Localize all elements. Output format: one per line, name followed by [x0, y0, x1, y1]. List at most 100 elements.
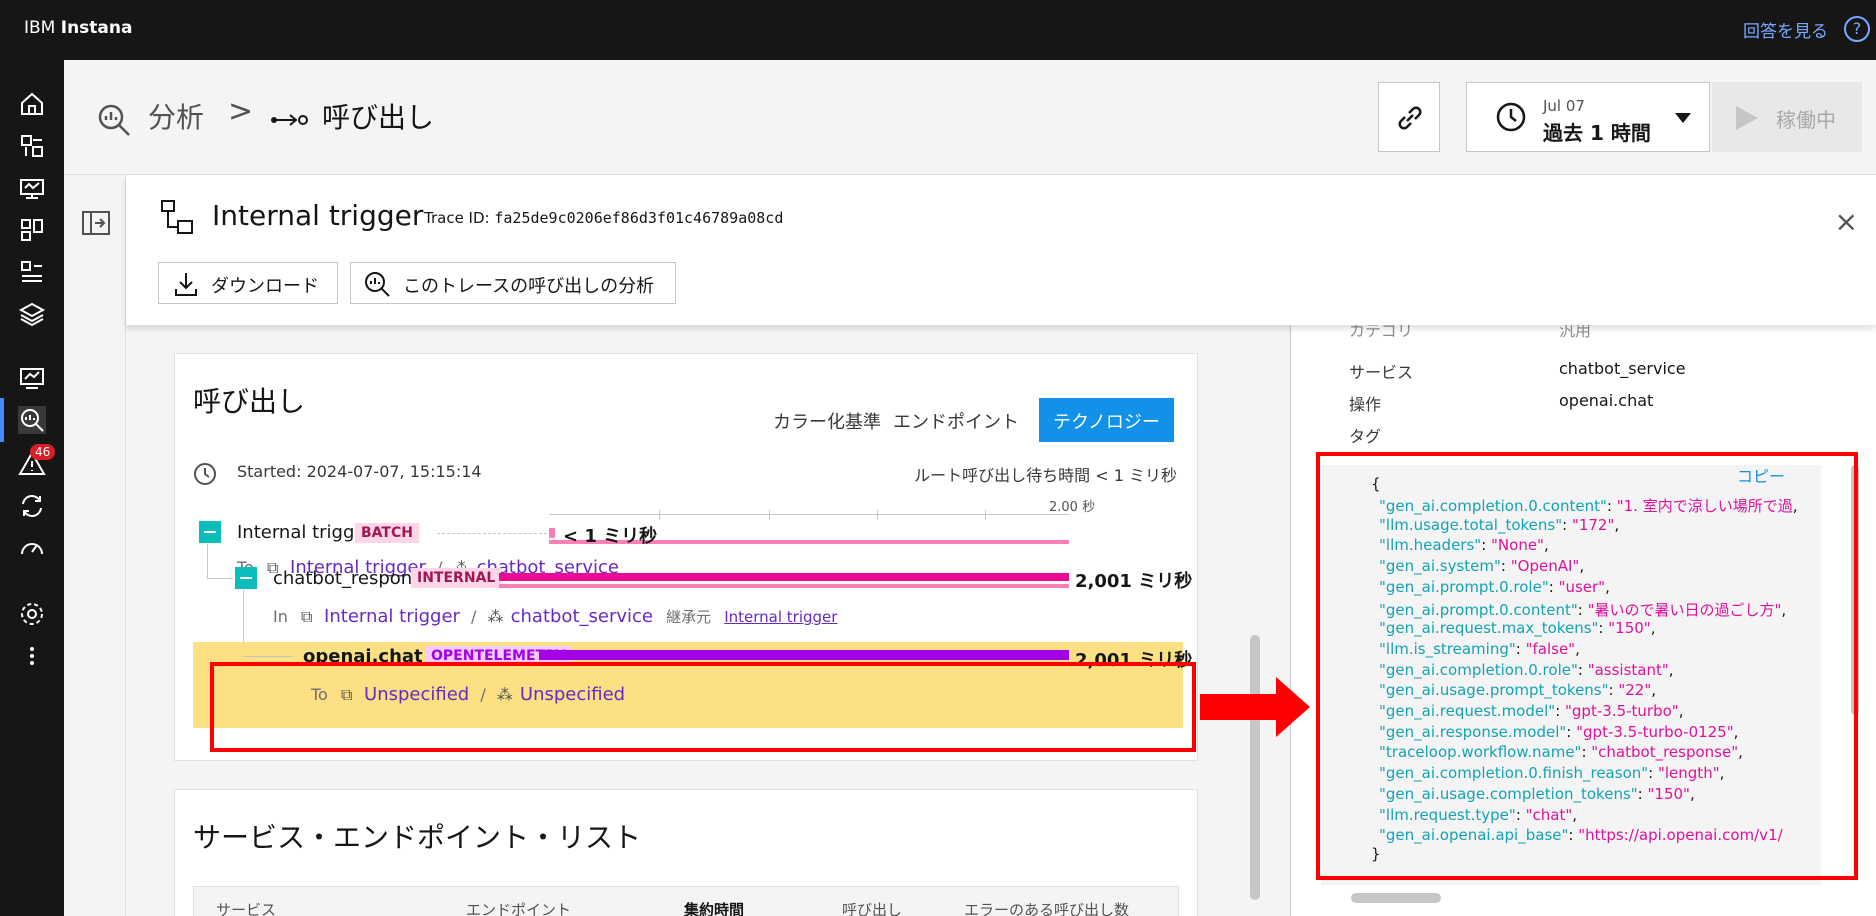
brand-prefix: IBM: [24, 18, 61, 38]
operation-value: openai.chat: [1559, 391, 1654, 410]
call-type-badge: INTERNAL: [411, 568, 502, 588]
download-label: ダウンロード: [211, 276, 319, 297]
monitoring-icon[interactable]: [18, 364, 46, 392]
panel-collapse-column: [64, 175, 126, 916]
main-scrollbar[interactable]: [1250, 635, 1260, 900]
axis-tick: [877, 510, 878, 520]
clock-icon: [1496, 102, 1526, 132]
color-by-technology-button[interactable]: テクノロジー: [1039, 398, 1174, 442]
live-mode-button[interactable]: 稼働中: [1712, 82, 1862, 152]
time-range-value: 過去 1 時間: [1543, 121, 1651, 145]
json-horizontal-scrollbar[interactable]: [1351, 893, 1441, 903]
sync-icon[interactable]: [18, 492, 46, 520]
trace-id-value: fa25de9c0206ef86d3f01c46789a08cd: [494, 209, 784, 227]
more-icon[interactable]: [18, 642, 46, 670]
alert-count-badge: 46: [30, 444, 56, 460]
calls-title: 呼び出し: [193, 385, 306, 418]
top-bar: IBM Instana 回答を見る ?: [0, 0, 1876, 60]
tree-line: [243, 590, 244, 642]
gauge-icon[interactable]: [18, 534, 46, 562]
column-header[interactable]: 呼び出し: [842, 899, 902, 916]
help-link[interactable]: 回答を見る: [1743, 17, 1828, 42]
axis-tick: [769, 510, 770, 520]
layers-icon[interactable]: [18, 300, 46, 328]
service-label: サービス: [1349, 363, 1414, 382]
time-date: Jul 07: [1543, 97, 1585, 115]
breadcrumb-separator: >: [228, 94, 254, 129]
tags-label: タグ: [1349, 427, 1382, 446]
trigger-icon: ⧉: [300, 607, 313, 626]
color-by-label: カラー化基準: [773, 412, 881, 433]
route-separator: /: [471, 607, 477, 626]
service-endpoint-list-card: サービス・エンドポイント・リスト サービス エンドポイント 集約時間 呼び出し …: [174, 789, 1198, 916]
analytics-icon: [365, 272, 390, 297]
span-bar[interactable]: [499, 584, 1069, 588]
trace-id: Trace ID: fa25de9c0206ef86d3f01c46789a08…: [424, 209, 783, 227]
annotation-arrow-icon: [1276, 677, 1310, 737]
list-table-header: サービス エンドポイント 集約時間 呼び出し エラーのある呼び出し数: [193, 886, 1179, 916]
infrastructure-icon[interactable]: [18, 174, 46, 202]
annotation-arrow-body: [1200, 694, 1276, 720]
trace-type-icon: [161, 200, 193, 234]
column-header[interactable]: サービス: [216, 899, 276, 916]
time-range-picker[interactable]: Jul 07 過去 1 時間: [1466, 82, 1710, 152]
left-nav: 46: [0, 60, 64, 916]
expand-panel-icon[interactable]: [82, 211, 110, 235]
source-link[interactable]: Internal trigger: [324, 606, 460, 627]
analyze-trace-calls-label: このトレースの呼び出しの分析: [403, 276, 655, 297]
collapse-row-toggle[interactable]: [199, 521, 221, 543]
settings-icon[interactable]: [18, 600, 46, 628]
started-time: Started: 2024-07-07, 15:15:14: [237, 462, 482, 481]
service-endpoint-list-title: サービス・エンドポイント・リスト: [193, 821, 642, 854]
color-by-endpoint-button[interactable]: エンドポイント: [893, 408, 1019, 434]
trace-header: Internal trigger Trace ID: fa25de9c0206e…: [126, 175, 1876, 325]
tree-line: [207, 544, 208, 578]
live-mode-label: 稼働中: [1776, 108, 1836, 132]
route-prefix: In: [273, 607, 288, 626]
link-icon: [1398, 106, 1422, 130]
trace-id-label: Trace ID:: [424, 209, 495, 227]
highlight-annotation-box: [210, 662, 1196, 752]
inherit-label: 継承元: [666, 608, 712, 626]
brand-logo[interactable]: IBM Instana: [24, 18, 132, 38]
call-duration: 2,001 ミリ秒: [1075, 571, 1193, 592]
trace-main-area: 呼び出し カラー化基準 エンドポイント テクノロジー Started: 2024…: [126, 325, 1260, 916]
service-link[interactable]: chatbot_service: [511, 606, 653, 627]
root-latency: ルート呼び出し待ち時間 < 1 ミリ秒: [914, 466, 1177, 485]
call-name[interactable]: Internal trigger: [237, 522, 373, 543]
row-connector: [437, 533, 547, 534]
span-bar[interactable]: [549, 528, 555, 538]
download-icon: [175, 273, 197, 296]
collapse-row-toggle[interactable]: [235, 567, 257, 589]
dashboard-icon[interactable]: [18, 132, 46, 160]
play-icon: [1736, 106, 1758, 130]
inherit-link[interactable]: Internal trigger: [724, 608, 837, 626]
timeline-axis: [549, 514, 1069, 515]
analyze-trace-calls-button[interactable]: このトレースの呼び出しの分析: [350, 262, 676, 304]
breadcrumb-analytics[interactable]: 分析: [148, 96, 204, 136]
column-header[interactable]: エンドポイント: [466, 899, 571, 916]
service-value: chatbot_service: [1559, 359, 1686, 378]
span-bar[interactable]: [539, 650, 1069, 660]
trace-title: Internal trigger: [212, 199, 424, 232]
home-icon[interactable]: [18, 90, 46, 118]
apps-icon[interactable]: [18, 216, 46, 244]
tree-line: [243, 656, 293, 657]
close-icon[interactable]: ×: [1835, 205, 1858, 238]
call-type-badge: BATCH: [355, 523, 419, 543]
call-duration: < 1 ミリ秒: [563, 526, 658, 547]
help-icon[interactable]: ?: [1844, 16, 1870, 42]
axis-tick: [659, 510, 660, 520]
services-icon[interactable]: [18, 258, 46, 286]
service-icon: ⁂: [487, 607, 504, 626]
page-title: 呼び出し: [322, 101, 435, 134]
span-bar[interactable]: [499, 573, 1069, 581]
clock-icon: [194, 463, 216, 485]
column-header[interactable]: 集約時間: [684, 899, 744, 916]
column-header[interactable]: エラーのある呼び出し数: [964, 899, 1129, 916]
share-link-button[interactable]: [1378, 82, 1440, 152]
axis-tick-label: 2.00 秒: [1049, 500, 1096, 515]
analytics-crumb-icon: [96, 102, 132, 142]
download-button[interactable]: ダウンロード: [158, 262, 338, 304]
analytics-icon[interactable]: [0, 398, 46, 442]
